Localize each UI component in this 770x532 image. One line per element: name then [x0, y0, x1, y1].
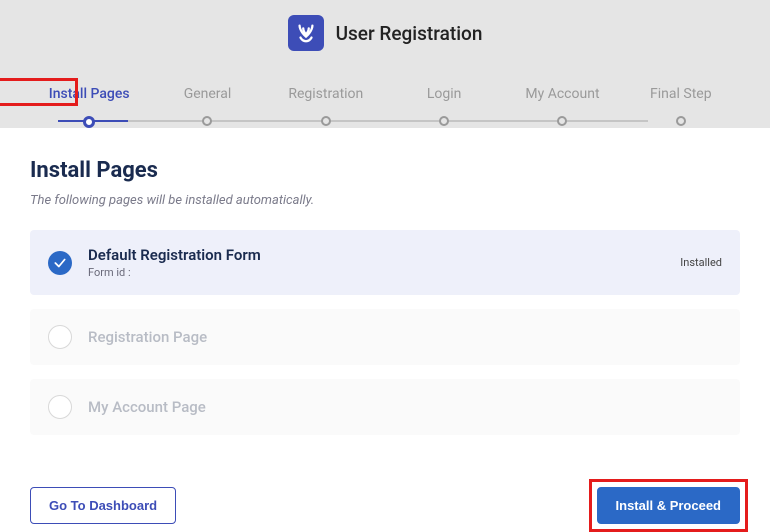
step-dot-icon: [439, 116, 449, 126]
check-icon: [48, 395, 72, 419]
brand: User Registration: [0, 15, 770, 51]
step-dot-icon: [676, 116, 686, 126]
step-label: Login: [427, 86, 462, 102]
footer-actions: Go To Dashboard Install & Proceed: [0, 469, 770, 524]
step-label: Registration: [288, 86, 363, 102]
check-icon: [48, 251, 72, 275]
install-item-my-account-page: My Account Page: [30, 379, 740, 435]
install-item-default-form: Default Registration Form Form id : Inst…: [30, 230, 740, 295]
brand-title: User Registration: [336, 22, 483, 45]
install-item-registration-page: Registration Page: [30, 309, 740, 365]
annotation-highlight: [0, 78, 78, 106]
step-label: My Account: [525, 86, 599, 102]
install-item-status: Installed: [680, 256, 722, 269]
wizard-stepper: Install Pages General Registration Login…: [0, 86, 770, 128]
page-subtitle: The following pages will be installed au…: [30, 193, 740, 208]
check-icon: [48, 325, 72, 349]
install-item-title: Registration Page: [88, 328, 722, 346]
annotation-highlight: [589, 479, 748, 532]
step-dot-icon: [202, 116, 212, 126]
step-dot-icon: [83, 116, 95, 128]
step-dot-icon: [321, 116, 331, 126]
content-area: Install Pages The following pages will b…: [0, 128, 770, 469]
step-label: Final Step: [650, 86, 712, 102]
brand-logo-icon: [288, 15, 324, 51]
step-dot-icon: [557, 116, 567, 126]
install-item-title: Default Registration Form: [88, 246, 680, 264]
step-label: General: [184, 86, 232, 102]
install-item-subtitle: Form id :: [88, 266, 680, 279]
go-to-dashboard-button[interactable]: Go To Dashboard: [30, 487, 176, 524]
install-item-title: My Account Page: [88, 398, 722, 416]
page-title: Install Pages: [30, 158, 740, 183]
